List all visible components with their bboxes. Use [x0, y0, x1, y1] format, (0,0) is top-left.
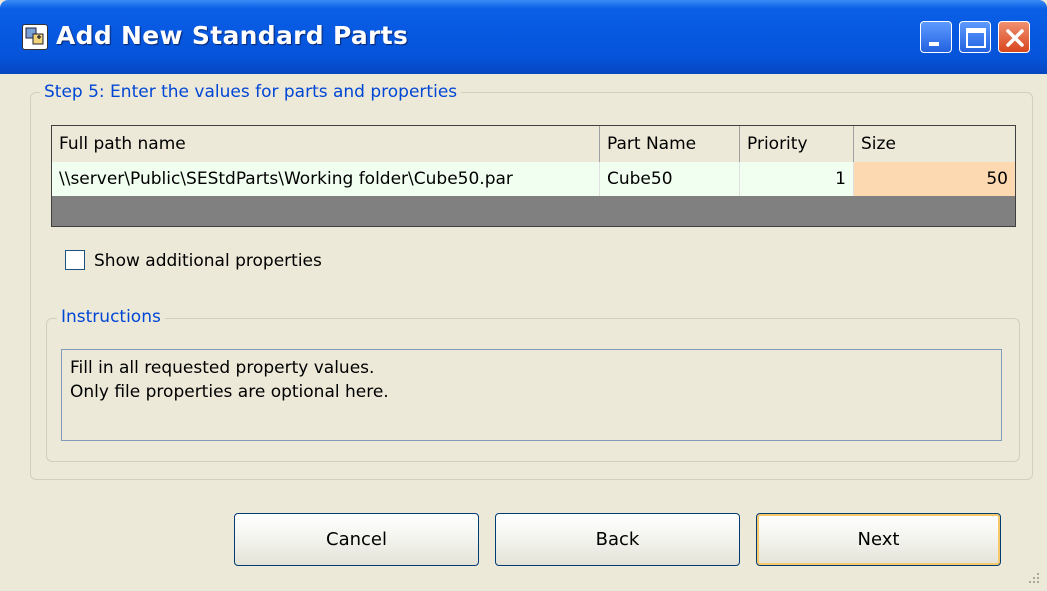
column-header-size[interactable]: Size — [854, 126, 1015, 162]
instructions-line-1: Fill in all requested property values. — [70, 358, 375, 378]
column-header-priority[interactable]: Priority — [740, 126, 854, 162]
maximize-icon — [966, 28, 986, 48]
grid-header: Full path name Part Name Priority Size — [52, 126, 1015, 163]
resize-grip-icon[interactable] — [1027, 571, 1041, 585]
cell-priority[interactable]: 1 — [740, 162, 854, 196]
instructions-text-box: Fill in all requested property values. O… — [61, 349, 1002, 441]
title-bar[interactable]: Add New Standard Parts — [0, 0, 1047, 74]
column-header-part-name[interactable]: Part Name — [600, 126, 740, 162]
dialog-window: Add New Standard Parts Step 5: Enter the… — [0, 0, 1047, 591]
window-title: Add New Standard Parts — [56, 21, 409, 50]
instructions-line-2: Only file properties are optional here. — [70, 382, 389, 402]
next-button[interactable]: Next — [756, 513, 1001, 566]
show-additional-checkbox[interactable] — [65, 250, 85, 270]
cell-part-name[interactable]: Cube50 — [600, 162, 740, 196]
close-button[interactable] — [998, 21, 1030, 53]
minimize-button[interactable] — [920, 21, 952, 53]
cell-size[interactable]: 50 — [854, 162, 1015, 196]
minimize-icon — [929, 42, 939, 46]
maximize-button[interactable] — [959, 21, 991, 53]
cell-full-path[interactable]: \\server\Public\SEStdParts\Working folde… — [52, 162, 600, 196]
close-icon — [1006, 29, 1024, 47]
column-header-full-path[interactable]: Full path name — [52, 126, 600, 162]
back-button[interactable]: Back — [495, 513, 740, 566]
instructions-legend: Instructions — [57, 307, 165, 327]
show-additional-label[interactable]: Show additional properties — [94, 250, 322, 272]
table-row[interactable]: \\server\Public\SEStdParts\Working folde… — [52, 162, 1015, 196]
parts-grid[interactable]: Full path name Part Name Priority Size \… — [51, 125, 1016, 227]
app-icon — [22, 24, 48, 50]
cancel-button[interactable]: Cancel — [234, 513, 479, 566]
step-legend: Step 5: Enter the values for parts and p… — [40, 82, 462, 102]
